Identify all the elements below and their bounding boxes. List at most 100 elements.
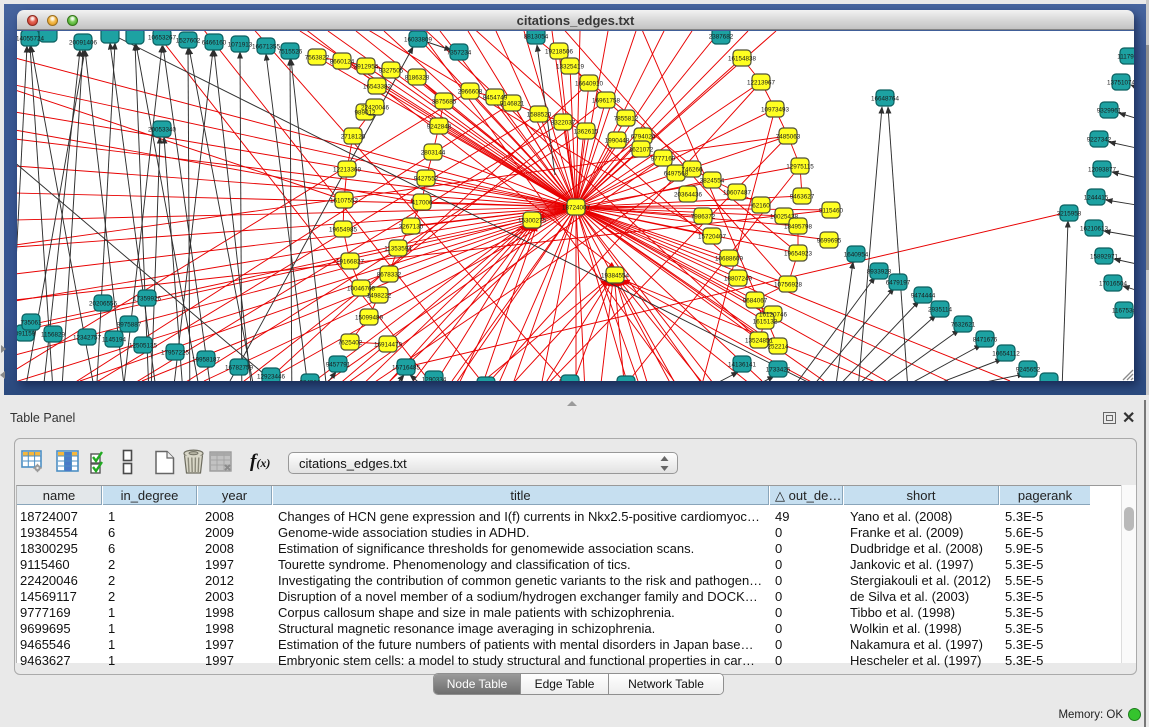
svg-text:13751074: 13751074 — [1107, 79, 1134, 86]
svg-text:2935114: 2935114 — [928, 306, 953, 313]
svg-text:8933928: 8933928 — [867, 268, 892, 275]
svg-text:8813054: 8813054 — [524, 33, 549, 40]
svg-text:924506: 924506 — [299, 379, 321, 381]
svg-text:9227342: 9227342 — [1087, 136, 1112, 143]
svg-text:1167534: 1167534 — [1112, 307, 1134, 314]
svg-text:6794024: 6794024 — [631, 133, 656, 140]
svg-text:15720407: 15720407 — [698, 233, 727, 240]
svg-text:7855812: 7855812 — [614, 115, 639, 122]
svg-text:1990448: 1990448 — [605, 137, 630, 144]
svg-text:16107553: 16107553 — [330, 197, 359, 204]
svg-text:20091406: 20091406 — [69, 39, 98, 46]
svg-text:1145194: 1145194 — [102, 336, 127, 343]
svg-text:19654923: 19654923 — [784, 250, 813, 257]
svg-text:8678332: 8678332 — [377, 271, 402, 278]
svg-text:9463627: 9463627 — [790, 193, 815, 200]
svg-text:9327505: 9327505 — [379, 67, 404, 74]
svg-text:417006: 417006 — [411, 199, 433, 206]
svg-text:10025438: 10025438 — [770, 213, 799, 220]
svg-text:12093877: 12093877 — [1088, 166, 1117, 173]
svg-text:9777169: 9777169 — [651, 155, 676, 162]
svg-text:12975115: 12975115 — [786, 163, 814, 170]
svg-text:10046768: 10046768 — [347, 285, 376, 292]
svg-text:9457791: 9457791 — [326, 361, 351, 368]
svg-text:7515526: 7515526 — [278, 48, 303, 55]
svg-text:17957225: 17957225 — [161, 349, 190, 356]
svg-text:2387682: 2387682 — [709, 33, 734, 40]
svg-text:9699695: 9699695 — [817, 237, 842, 244]
svg-text:1527602: 1527602 — [176, 37, 201, 44]
svg-text:1290334: 1290334 — [422, 376, 447, 381]
svg-text:18495798: 18495798 — [784, 223, 813, 230]
svg-text:2966608: 2966608 — [458, 88, 483, 95]
svg-text:17359926: 17359926 — [133, 295, 162, 302]
svg-text:6466160: 6466160 — [202, 39, 227, 46]
svg-text:8322037: 8322037 — [551, 119, 576, 126]
svg-text:19218506: 19218506 — [545, 48, 574, 55]
svg-text:1498222: 1498222 — [367, 292, 392, 299]
svg-text:16782759: 16782759 — [225, 364, 254, 371]
svg-text:160223: 160223 — [559, 380, 581, 381]
svg-text:9474444: 9474444 — [911, 292, 936, 299]
svg-text:9245652: 9245652 — [1016, 366, 1041, 373]
svg-text:14055724: 14055724 — [17, 35, 44, 42]
svg-text:8660124: 8660124 — [330, 58, 355, 65]
svg-text:14136141: 14136141 — [728, 361, 757, 368]
svg-text:22420046: 22420046 — [361, 104, 390, 111]
svg-text:10756928: 10756928 — [774, 281, 803, 288]
svg-text:10688609: 10688609 — [715, 255, 744, 262]
svg-text:20206556: 20206556 — [89, 300, 118, 307]
svg-text:12505135: 12505135 — [129, 342, 158, 349]
svg-text:16961758: 16961758 — [592, 97, 621, 104]
svg-text:7632621: 7632621 — [951, 321, 976, 328]
svg-text:16120746: 16120746 — [759, 311, 788, 318]
svg-text:9427552: 9427552 — [414, 175, 439, 182]
svg-text:16648764: 16648764 — [871, 95, 900, 102]
svg-text:16210613: 16210613 — [1080, 225, 1109, 232]
svg-text:12213967: 12213967 — [747, 79, 776, 86]
svg-text:10607487: 10607487 — [723, 189, 752, 196]
svg-text:10973493: 10973493 — [761, 106, 790, 113]
svg-text:2718126: 2718126 — [341, 133, 366, 140]
svg-text:19166827: 19166827 — [336, 258, 365, 265]
svg-text:252214: 252214 — [767, 343, 789, 350]
svg-text:3912954: 3912954 — [354, 63, 379, 70]
svg-text:746266: 746266 — [681, 166, 703, 173]
svg-text:1156829: 1156829 — [41, 331, 66, 338]
svg-text:1640954: 1640954 — [844, 251, 869, 258]
svg-text:15099489: 15099489 — [355, 314, 384, 321]
svg-text:16033809: 16033809 — [404, 36, 433, 43]
svg-text:7485063: 7485063 — [776, 133, 801, 140]
svg-text:16543382: 16543382 — [363, 83, 392, 90]
svg-text:9975887: 9975887 — [117, 321, 142, 328]
svg-text:6479197: 6479197 — [886, 279, 911, 286]
svg-text:18724007: 18724007 — [562, 204, 591, 211]
svg-text:735061: 735061 — [20, 319, 42, 326]
svg-text:15892971: 15892971 — [1090, 253, 1119, 260]
svg-text:7357234: 7357234 — [447, 49, 472, 56]
svg-text:20364436: 20364436 — [674, 191, 703, 198]
svg-text:9115460: 9115460 — [819, 207, 844, 214]
svg-text:1733426: 1733426 — [766, 366, 791, 373]
svg-text:15300275: 15300275 — [518, 217, 547, 224]
svg-text:1588520: 1588520 — [527, 111, 552, 118]
svg-text:10654112: 10654112 — [992, 350, 1020, 357]
svg-text:8186328: 8186328 — [405, 74, 430, 81]
svg-text:15716485: 15716485 — [392, 364, 421, 371]
svg-text:3267130: 3267130 — [399, 223, 424, 230]
svg-text:1615132: 1615132 — [753, 318, 778, 325]
svg-text:391159: 391159 — [17, 330, 36, 337]
svg-text:7625402: 7625402 — [338, 339, 363, 346]
svg-text:7563822: 7563822 — [305, 54, 330, 61]
svg-text:1244415: 1244415 — [1084, 194, 1109, 201]
svg-text:11353594: 11353594 — [384, 245, 412, 252]
svg-text:16154838: 16154838 — [728, 55, 757, 62]
svg-text:16640910: 16640910 — [575, 80, 604, 87]
svg-text:9329961: 9329961 — [1097, 107, 1122, 114]
svg-text:12342757: 12342757 — [73, 334, 102, 341]
svg-text:12213369: 12213369 — [333, 166, 362, 173]
svg-text:1621072: 1621072 — [629, 146, 654, 153]
svg-text:9242848: 9242848 — [427, 123, 452, 130]
svg-text:7986372: 7986372 — [691, 213, 716, 220]
svg-text:20053340: 20053340 — [148, 126, 177, 133]
